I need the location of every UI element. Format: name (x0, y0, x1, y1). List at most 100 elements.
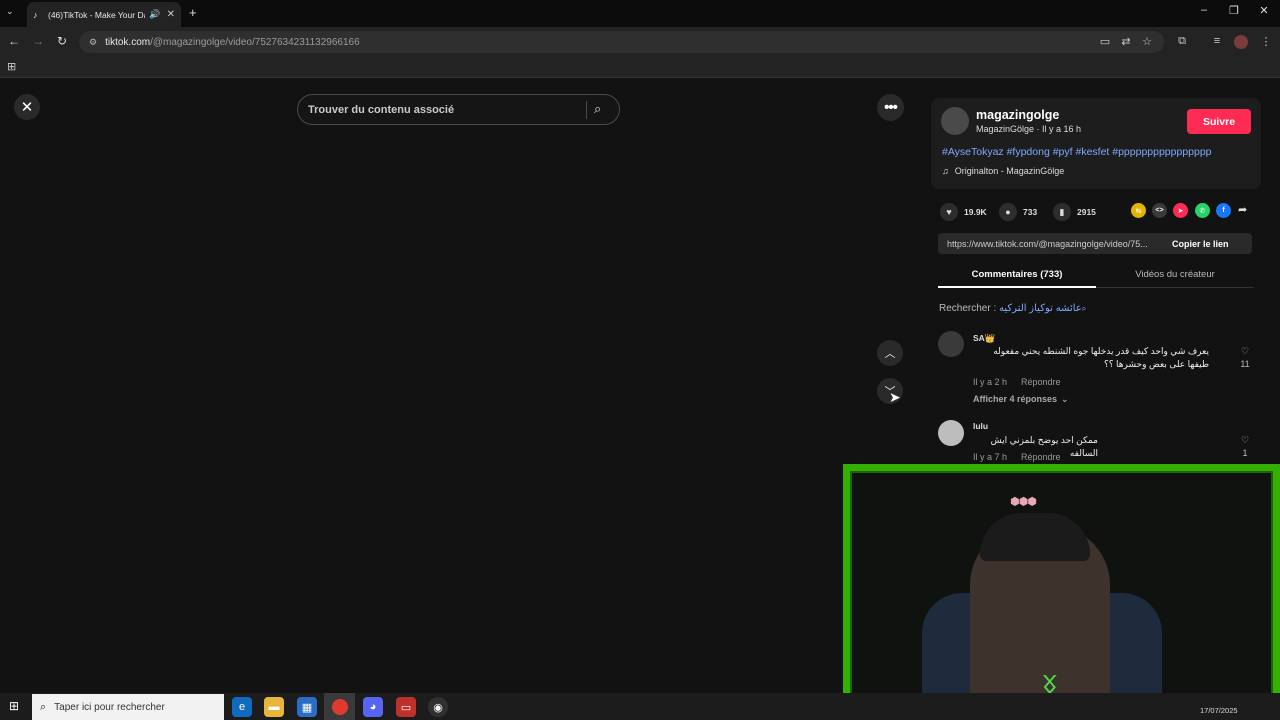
streaming-app-icon[interactable]: ▭ (396, 697, 416, 717)
search-suggestion-prefix: Rechercher : (939, 303, 1000, 314)
tab-title: (46)TikTok - Make Your Day (48, 9, 146, 20)
comment-time: Il y a 2 h (973, 377, 1008, 387)
search-mini-icon: ⌕ (1081, 304, 1087, 313)
store-icon[interactable]: ▦ (297, 697, 317, 717)
discord-icon[interactable]: ◕ (363, 697, 383, 717)
edge-icon[interactable]: e (232, 697, 252, 717)
heart-outline-icon: ♡ (1240, 435, 1250, 445)
webcam-feed: ⬢⬢⬢ ᛝ (850, 471, 1273, 703)
heart-icon: ♥ (940, 203, 958, 221)
comment-like[interactable]: ♡ 11 (1236, 346, 1254, 369)
music-info[interactable]: ♫ Originalton - MagazinGölge (942, 166, 1064, 176)
comment-icon: ● (999, 203, 1017, 221)
facebook-icon[interactable]: f (1216, 203, 1231, 218)
share-arrow-icon[interactable]: ➦ (1238, 203, 1247, 216)
url-host: tiktok.com (105, 36, 151, 48)
restore-icon[interactable]: ❐ (1224, 4, 1244, 17)
comment-author[interactable]: lulu (973, 421, 988, 431)
chevron-up-icon: ︿ (884, 348, 896, 360)
whatsapp-icon[interactable]: ✆ (1195, 203, 1210, 218)
comment-like-count: 1 (1242, 448, 1248, 458)
streamer-cap (980, 513, 1090, 561)
tiktok-icon: ♪ (33, 9, 38, 20)
tab-creator-videos[interactable]: Vidéos du créateur (1096, 262, 1254, 288)
save-count: 2915 (1077, 207, 1096, 217)
chrome-taskbar-button[interactable] (324, 693, 355, 720)
music-title: Originalton - MagazinGölge (954, 166, 1065, 176)
send-icon[interactable]: ➤ (1173, 203, 1188, 218)
obs-icon[interactable]: ◉ (428, 697, 448, 717)
comment-like-count: 11 (1240, 359, 1250, 369)
cast-icon[interactable]: ▭ (1097, 35, 1113, 48)
search-suggestion[interactable]: Rechercher : عائشه توكياز التركيه⌕ (939, 303, 1086, 314)
search-icon[interactable]: ⌕ (594, 101, 601, 117)
chevron-down-small-icon: ⌄ (1061, 394, 1069, 404)
hexagon-decoration-icon: ⬢⬢⬢ (1010, 496, 1037, 508)
profile-avatar[interactable] (1234, 35, 1248, 49)
more-options-button[interactable]: ••• (877, 94, 904, 121)
repost-icon[interactable]: ⇆ (1131, 203, 1146, 218)
related-search-input[interactable] (308, 103, 578, 116)
previous-video-button[interactable]: ︿ (877, 340, 903, 366)
tab-search-icon[interactable]: ⌄ (6, 6, 14, 17)
share-link-bar: https://www.tiktok.com/@magazingolge/vid… (938, 233, 1252, 254)
url-path: /@magazingolge/video/7527634231132966166 (150, 36, 360, 48)
bookmark-star-icon[interactable]: ☆ (1139, 35, 1155, 48)
browser-tab[interactable]: ♪ (46)TikTok - Make Your Day 🔊 ✕ (27, 2, 181, 27)
reading-list-icon[interactable]: ≡ (1209, 35, 1225, 47)
search-divider (586, 101, 587, 119)
taskbar-search[interactable]: ⌕ Taper ici pour rechercher (32, 694, 224, 720)
close-window-icon[interactable]: ✕ (1254, 4, 1274, 17)
comment-text: يعرف شي واحد كيف قدر يدخلها جوه الشنطه ي… (993, 346, 1209, 369)
bookmark-icon: ▮ (1053, 203, 1071, 221)
translate-icon[interactable]: ⇄ (1118, 35, 1134, 48)
like-count: 19.9K (964, 207, 987, 217)
address-bar[interactable]: ⚙ tiktok.com/@magazingolge/video/7527634… (79, 31, 1164, 53)
taskbar-search-placeholder: Taper ici pour rechercher (54, 701, 165, 713)
site-info-icon[interactable]: ⚙ (89, 37, 97, 48)
embed-icon[interactable]: <> (1152, 203, 1167, 218)
windows-start-icon[interactable]: ⊞ (9, 699, 19, 713)
forward-icon[interactable]: → (30, 34, 46, 48)
comment-time: Il y a 7 h (973, 452, 1008, 462)
author-avatar[interactable] (941, 107, 969, 135)
comment-meta: Il y a 2 h Répondre (973, 377, 1075, 387)
close-icon: ✕ (20, 99, 34, 116)
close-video-button[interactable]: ✕ (14, 94, 40, 120)
copy-link-button[interactable]: Copier le lien (1172, 239, 1229, 249)
taskbar-date[interactable]: 17/07/2025 (1200, 706, 1238, 715)
heart-outline-icon: ♡ (1240, 346, 1250, 356)
comment-meta: Il y a 7 h Répondre (973, 452, 1075, 462)
extensions-icon[interactable]: ⧉ (1174, 35, 1190, 48)
reply-button[interactable]: Répondre (1021, 377, 1061, 387)
comment-avatar[interactable] (938, 420, 964, 446)
view-replies-button[interactable]: Afficher 4 réponses ⌄ (973, 394, 1083, 405)
comment-avatar[interactable] (938, 331, 964, 357)
mouse-cursor-icon: ➤ (889, 389, 901, 405)
related-search-box[interactable]: ⌕ (297, 94, 620, 125)
back-icon[interactable]: ← (6, 34, 22, 48)
file-explorer-icon[interactable]: ▬ (264, 697, 284, 717)
speaker-icon[interactable]: 🔊 (149, 9, 160, 20)
follow-button[interactable]: Suivre (1187, 109, 1251, 134)
comment-stat[interactable]: ● 733 (999, 203, 1037, 221)
author-username[interactable]: magazingolge (976, 108, 1059, 122)
like-stat[interactable]: ♥ 19.9K (940, 203, 987, 221)
music-note-icon: ♫ (942, 166, 949, 176)
apps-grid-icon[interactable]: ⊞ (7, 60, 16, 73)
save-stat[interactable]: ▮ 2915 (1053, 203, 1096, 221)
minimize-icon[interactable]: – (1194, 4, 1214, 16)
tab-comments[interactable]: Commentaires (733) (938, 262, 1096, 288)
reply-button[interactable]: Répondre (1021, 452, 1061, 462)
close-tab-icon[interactable]: ✕ (167, 9, 175, 20)
new-tab-icon[interactable]: + (189, 5, 197, 20)
menu-kebab-icon[interactable]: ⋮ (1258, 35, 1274, 48)
comment-author[interactable]: SA👑 (973, 333, 995, 344)
comment-like[interactable]: ♡ 1 (1236, 435, 1254, 458)
comment-count: 733 (1023, 207, 1038, 217)
video-hashtags[interactable]: #AyseTokyaz #fypdong #pyf #kesfet #ppppp… (942, 146, 1212, 158)
video-link[interactable]: https://www.tiktok.com/@magazingolge/vid… (938, 239, 1168, 249)
reload-icon[interactable]: ↻ (54, 34, 70, 48)
view-replies-label: Afficher 4 réponses (973, 394, 1058, 404)
chrome-icon (331, 698, 348, 715)
